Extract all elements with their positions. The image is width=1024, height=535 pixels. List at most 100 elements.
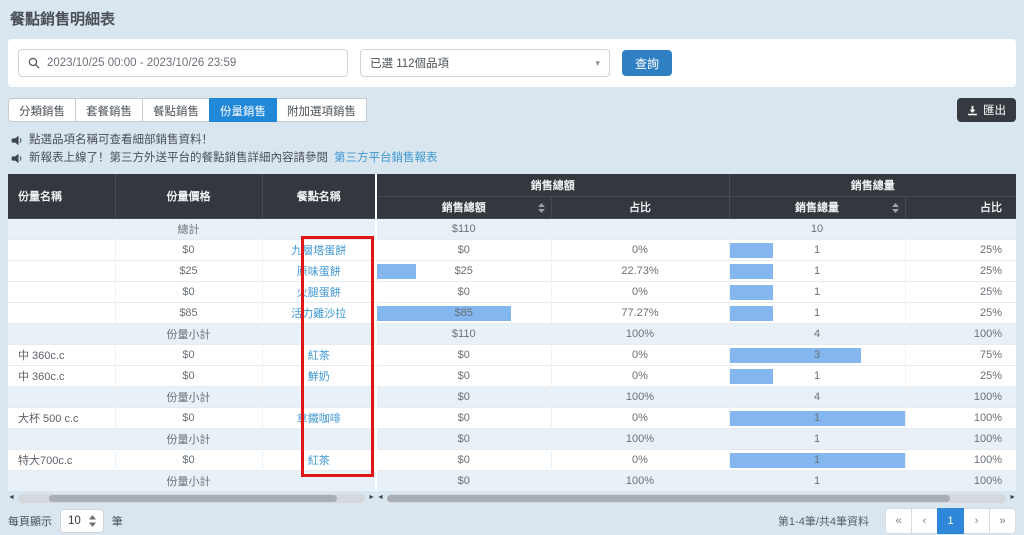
table-row: $0 100% 4 100% [377, 386, 1016, 407]
qty-ratio-cell: 25% [905, 365, 1016, 386]
pagination-button[interactable]: « [885, 508, 912, 534]
report-tab[interactable]: 套餐銷售 [75, 98, 143, 122]
table-row: $85 活力雞沙拉 [8, 302, 375, 323]
left-pane-scrollbar[interactable]: ◄ ► [8, 493, 375, 503]
size-name-cell [8, 218, 115, 239]
meal-name-link[interactable]: 火腿蛋餅 [297, 287, 341, 299]
report-tab[interactable]: 附加選項銷售 [276, 98, 367, 122]
qty-bar [730, 264, 774, 279]
qty-bar [730, 243, 774, 258]
table-row: $0 0% 1 25% [377, 239, 1016, 260]
sales-qty-cell: 1 [729, 239, 905, 260]
sales-amount-cell: $0 [377, 281, 551, 302]
size-price-cell: $0 [115, 407, 262, 428]
report-tab[interactable]: 餐點銷售 [142, 98, 210, 122]
qty-ratio-cell: 100% [905, 449, 1016, 470]
export-button-label: 匯出 [983, 102, 1006, 118]
table-row: 特大700c.c $0 紅茶 [8, 449, 375, 470]
amount-ratio-cell: 0% [551, 407, 729, 428]
group-header-sales-amount: 銷售總額 [377, 174, 729, 196]
report-tab[interactable]: 份量銷售 [209, 98, 277, 122]
per-page-control: 每頁顯示 10 筆 [8, 509, 123, 533]
size-name-cell [8, 281, 115, 302]
sales-qty-cell: 10 [729, 218, 905, 239]
pagination-button[interactable]: 1 [937, 508, 964, 534]
scrollbar-thumb[interactable] [387, 495, 950, 502]
scrollbar-track[interactable] [387, 494, 1006, 503]
column-header-amount-ratio: 占比 [551, 196, 729, 218]
sales-amount-cell: $25 [377, 260, 551, 281]
sales-amount-cell: $110 [377, 323, 551, 344]
export-button[interactable]: 匯出 [957, 98, 1016, 122]
qty-ratio-cell: 100% [905, 470, 1016, 491]
per-page-select[interactable]: 10 [60, 509, 104, 533]
sales-qty-cell: 4 [729, 323, 905, 344]
sales-qty-cell: 1 [729, 260, 905, 281]
meal-name-link[interactable]: 紅茶 [308, 455, 330, 467]
sales-table: 份量名稱 份量價格 餐點名稱 總計 $0 九層塔蛋餅 $25 原味蛋餅 $0 火… [8, 174, 1016, 491]
pagination-button[interactable]: › [963, 508, 990, 534]
sales-qty-cell: 1 [729, 302, 905, 323]
size-name-cell [8, 428, 115, 449]
qty-bar [730, 369, 774, 384]
report-tab[interactable]: 分類銷售 [8, 98, 76, 122]
size-price-cell: $0 [115, 281, 262, 302]
meal-name-link[interactable]: 活力雞沙拉 [291, 308, 346, 320]
table-row: $0 火腿蛋餅 [8, 281, 375, 302]
sales-amount-cell: $0 [377, 470, 551, 491]
sales-qty-cell: 1 [729, 449, 905, 470]
amount-ratio-cell [551, 218, 729, 239]
pagination-button[interactable]: ‹ [911, 508, 938, 534]
sort-icon[interactable] [538, 203, 545, 213]
table-row: 總計 [8, 218, 375, 239]
sales-qty-cell: 1 [729, 365, 905, 386]
meal-name-link[interactable]: 紅茶 [308, 350, 330, 362]
scroll-left-icon[interactable]: ◄ [8, 493, 15, 503]
table-row: $25 22.73% 1 25% [377, 260, 1016, 281]
sales-amount-cell: $0 [377, 449, 551, 470]
size-price-cell: $85 [115, 302, 262, 323]
meal-name-link[interactable]: 九層塔蛋餅 [291, 245, 346, 257]
scrollbars: ◄ ► ◄ ► [8, 493, 1016, 503]
table-row: $0 100% 1 100% [377, 428, 1016, 449]
pagination-button[interactable]: » [989, 508, 1016, 534]
table-row: 中 360c.c $0 紅茶 [8, 344, 375, 365]
scrollbar-track[interactable] [18, 494, 365, 503]
meal-name-cell: 活力雞沙拉 [262, 302, 375, 323]
record-range-info: 第1-4筆/共4筆資料 [778, 513, 869, 529]
scroll-left-icon[interactable]: ◄ [377, 493, 384, 503]
size-price-cell: $0 [115, 239, 262, 260]
scrollbar-thumb[interactable] [49, 495, 337, 502]
meal-name-link[interactable]: 原味蛋餅 [297, 266, 341, 278]
table-row: 份量小計 [8, 323, 375, 344]
column-header-sales-qty[interactable]: 銷售總量 [729, 196, 905, 218]
qty-ratio-cell: 100% [905, 407, 1016, 428]
size-price-cell: 份量小計 [115, 428, 262, 449]
meal-name-link[interactable]: 鮮奶 [308, 371, 330, 383]
table-row: 份量小計 [8, 386, 375, 407]
item-filter-value: 已選 112個品項 [370, 55, 449, 71]
table-row: $0 0% 1 100% [377, 407, 1016, 428]
group-header-sales-qty: 銷售總量 [729, 174, 1016, 196]
table-group-header-row: 銷售總額 銷售總量 [377, 174, 1016, 196]
date-range-input[interactable]: 2023/10/25 00:00 - 2023/10/26 23:59 [18, 49, 348, 77]
right-pane-scrollbar[interactable]: ◄ ► [377, 493, 1016, 503]
size-name-cell [8, 239, 115, 260]
item-filter-select[interactable]: 已選 112個品項 ▾ [360, 49, 610, 77]
sort-icon[interactable] [892, 203, 899, 213]
meal-name-link[interactable]: 拿鐵咖啡 [297, 413, 341, 425]
qty-bar [730, 348, 861, 363]
size-price-cell: 份量小計 [115, 323, 262, 344]
column-header-sales-amount[interactable]: 銷售總額 [377, 196, 551, 218]
table-row: $0 0% 1 25% [377, 365, 1016, 386]
table-row: $0 0% 1 25% [377, 281, 1016, 302]
sales-qty-cell: 1 [729, 407, 905, 428]
query-button[interactable]: 查詢 [622, 50, 672, 76]
notes-area: 點選品項名稱可查看細部銷售資料！ 新報表上線了！第三方外送平台的餐點銷售詳細內容… [10, 131, 1016, 167]
size-price-cell: $0 [115, 344, 262, 365]
scroll-right-icon[interactable]: ► [1009, 493, 1016, 503]
column-header-qty-ratio: 占比 [905, 196, 1016, 218]
note-link[interactable]: 第三方平台銷售報表 [334, 149, 438, 167]
megaphone-icon [10, 152, 23, 165]
scroll-right-icon[interactable]: ► [368, 493, 375, 503]
